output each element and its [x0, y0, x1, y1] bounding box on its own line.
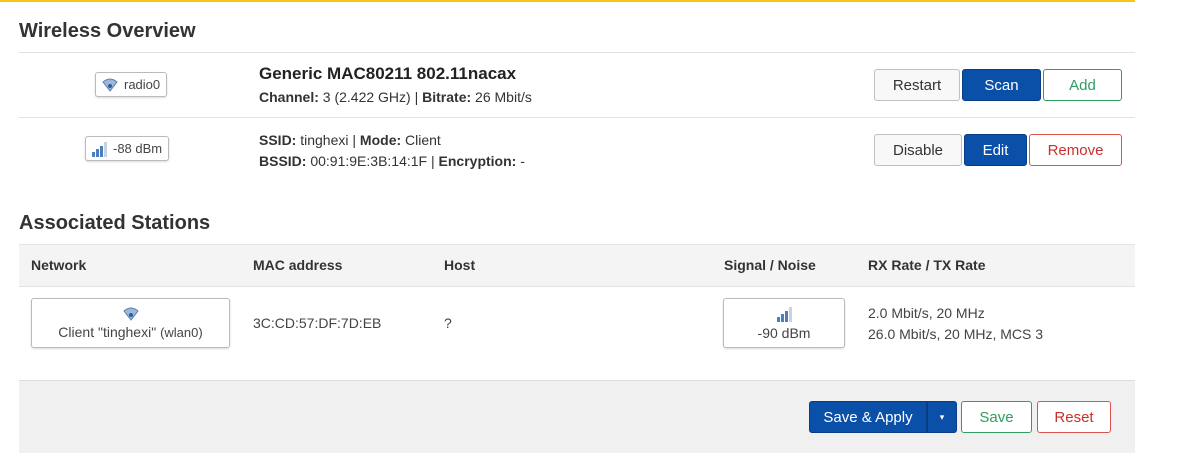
ssid-label: SSID:	[259, 132, 297, 148]
disable-button[interactable]: Disable	[874, 134, 962, 166]
radio-badge: radio0	[95, 72, 168, 97]
column-rx-tx-rate: RX Rate / TX Rate	[868, 257, 986, 273]
divider	[19, 117, 1135, 118]
mode-label: Mode:	[359, 132, 402, 148]
chevron-down-icon[interactable]: ▾	[927, 401, 957, 433]
save-apply-button[interactable]: Save & Apply	[809, 401, 927, 433]
add-button[interactable]: Add	[1043, 69, 1122, 101]
signal-badge: -88 dBm	[85, 136, 170, 161]
station-network-label: Client "tinghexi" (wlan0)	[58, 324, 202, 340]
station-network-badge: Client "tinghexi" (wlan0)	[31, 298, 230, 348]
signal-strength-icon	[92, 141, 107, 157]
mode-value: Client	[405, 132, 441, 148]
separator: |	[431, 153, 435, 169]
network-ssid-line: SSID: tinghexi | Mode: Client	[259, 132, 441, 148]
save-button[interactable]: Save	[961, 401, 1032, 433]
bitrate-value: 26 Mbit/s	[475, 89, 532, 105]
encryption-label: Encryption:	[438, 153, 517, 169]
station-signal-badge: -90 dBm	[723, 298, 845, 348]
remove-button[interactable]: Remove	[1029, 134, 1122, 166]
column-network: Network	[31, 257, 87, 273]
signal-strength-icon	[776, 306, 792, 322]
column-signal-noise: Signal / Noise	[724, 257, 816, 273]
signal-badge-label: -88 dBm	[113, 141, 163, 156]
network-bssid-line: BSSID: 00:91:9E:3B:14:1F | Encryption: -	[259, 153, 525, 169]
separator: |	[352, 132, 357, 148]
bssid-label: BSSID:	[259, 153, 307, 169]
column-host: Host	[444, 257, 476, 273]
scan-button[interactable]: Scan	[962, 69, 1041, 101]
reset-button[interactable]: Reset	[1037, 401, 1111, 433]
channel-value: 3 (2.422 GHz)	[322, 89, 411, 105]
channel-label: Channel:	[259, 89, 319, 105]
bssid-value: 00:91:9E:3B:14:1F	[310, 153, 428, 169]
save-apply-split-button: Save & Apply ▾	[809, 401, 957, 433]
station-network-iface: (wlan0)	[160, 324, 203, 340]
edit-button[interactable]: Edit	[964, 134, 1027, 166]
restart-button[interactable]: Restart	[874, 69, 960, 101]
station-tx-rate: 26.0 Mbit/s, 20 MHz, MCS 3	[868, 326, 1044, 342]
associated-stations-heading: Associated Stations	[19, 212, 211, 234]
top-accent-bar	[0, 0, 1135, 2]
radio-badge-label: radio0	[124, 77, 161, 92]
wifi-icon	[102, 78, 118, 92]
station-signal-value: -90 dBm	[757, 324, 811, 341]
radio-title: Generic MAC80211 802.11nacax	[259, 64, 517, 83]
station-rx-rate: 2.0 Mbit/s, 20 MHz	[868, 305, 985, 321]
station-mac: 3C:CD:57:DF:7D:EB	[253, 315, 382, 331]
station-host: ?	[444, 315, 452, 331]
separator: |	[414, 89, 419, 105]
divider	[19, 52, 1135, 53]
encryption-value: -	[520, 153, 525, 169]
wireless-overview-heading: Wireless Overview	[19, 20, 196, 42]
wifi-icon	[122, 307, 139, 321]
bitrate-label: Bitrate:	[422, 89, 472, 105]
radio-details: Channel: 3 (2.422 GHz) | Bitrate: 26 Mbi…	[259, 89, 532, 105]
station-network-name: Client "tinghexi"	[58, 323, 157, 340]
ssid-value: tinghexi	[300, 132, 349, 148]
column-mac-address: MAC address	[253, 257, 343, 273]
